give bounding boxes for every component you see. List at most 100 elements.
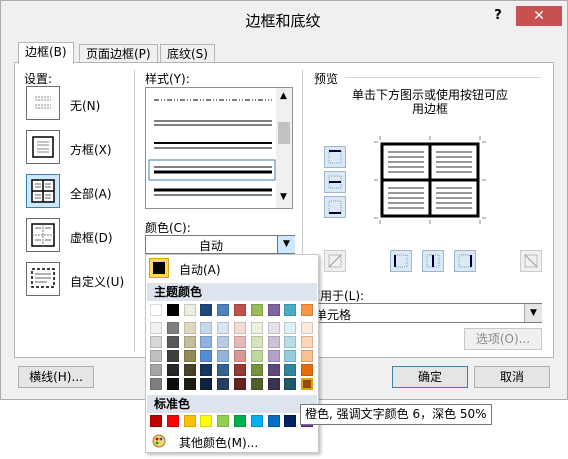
theme-color-swatch[interactable] <box>183 364 196 376</box>
theme-color-swatch[interactable] <box>183 336 196 348</box>
theme-color-swatch[interactable] <box>267 364 280 376</box>
setting-all-label[interactable]: 全部(A) <box>70 185 112 202</box>
setting-grid-label[interactable]: 虚框(D) <box>70 229 113 246</box>
theme-color-swatch[interactable] <box>217 304 230 316</box>
setting-custom-label[interactable]: 自定义(U) <box>70 273 124 290</box>
theme-color-swatch[interactable] <box>166 350 179 362</box>
theme-color-swatch[interactable] <box>166 336 179 348</box>
theme-color-swatch[interactable] <box>234 350 246 362</box>
theme-color-swatch[interactable] <box>267 304 280 316</box>
theme-color-swatch[interactable] <box>166 364 179 376</box>
line-style-list[interactable] <box>145 87 293 209</box>
color-dropdown[interactable]: 自动 ▼ <box>145 235 295 254</box>
standard-color-swatch[interactable] <box>217 415 230 427</box>
theme-color-swatch[interactable] <box>234 336 246 348</box>
setting-all-button[interactable] <box>26 174 60 208</box>
tab-shading[interactable]: 底纹(S) <box>160 44 215 64</box>
theme-color-swatch[interactable] <box>200 378 213 390</box>
theme-color-swatch[interactable] <box>234 304 246 316</box>
theme-color-swatch[interactable] <box>217 378 230 390</box>
chevron-down-icon[interactable]: ▼ <box>277 236 295 253</box>
right-border-button[interactable] <box>454 250 476 272</box>
inside-vertical-border-button[interactable] <box>422 250 444 272</box>
theme-color-swatch[interactable] <box>250 322 263 334</box>
left-border-button[interactable] <box>390 250 412 272</box>
theme-color-swatch[interactable] <box>284 304 297 316</box>
theme-color-swatch[interactable] <box>183 304 196 316</box>
setting-none-label[interactable]: 无(N) <box>70 97 100 114</box>
theme-color-swatch[interactable] <box>250 350 263 362</box>
theme-color-swatch[interactable] <box>301 336 314 348</box>
horizontal-line-button[interactable]: 横线(H)... <box>18 366 94 388</box>
theme-color-swatch[interactable] <box>284 350 297 362</box>
theme-color-swatch[interactable] <box>200 350 213 362</box>
theme-color-swatch[interactable] <box>200 304 213 316</box>
theme-color-swatch[interactable] <box>301 304 314 316</box>
theme-color-swatch[interactable] <box>284 336 297 348</box>
theme-color-swatch[interactable] <box>150 378 162 390</box>
setting-grid-button[interactable] <box>26 218 60 252</box>
chevron-down-icon[interactable]: ▼ <box>524 304 542 322</box>
theme-color-swatch[interactable] <box>301 364 314 376</box>
selected-color-swatch[interactable] <box>301 378 314 390</box>
top-border-button[interactable] <box>324 146 346 168</box>
more-colors-option[interactable]: 其他颜色(M)... <box>179 434 258 451</box>
theme-color-swatch[interactable] <box>200 322 213 334</box>
auto-color-highlight[interactable] <box>149 258 169 278</box>
standard-color-swatch[interactable] <box>150 415 162 427</box>
inside-horizontal-border-button[interactable] <box>324 171 346 193</box>
theme-color-swatch[interactable] <box>183 378 196 390</box>
theme-color-swatch[interactable] <box>250 304 263 316</box>
theme-color-swatch[interactable] <box>284 322 297 334</box>
theme-color-swatch[interactable] <box>284 378 297 390</box>
standard-color-swatch[interactable] <box>234 415 246 427</box>
tab-page-border[interactable]: 页面边框(P) <box>79 44 158 64</box>
theme-color-swatch[interactable] <box>183 350 196 362</box>
diagonal-up-border-button[interactable] <box>324 250 346 272</box>
theme-color-swatch[interactable] <box>150 350 162 362</box>
theme-color-swatch[interactable] <box>234 378 246 390</box>
setting-box-button[interactable] <box>26 130 60 164</box>
theme-color-swatch[interactable] <box>267 350 280 362</box>
apply-to-dropdown[interactable]: 单元格 ▼ <box>308 303 542 323</box>
tab-borders[interactable]: 边框(B) <box>18 42 74 64</box>
theme-color-swatch[interactable] <box>166 378 179 390</box>
scroll-up-icon[interactable]: ▲ <box>280 91 287 101</box>
ok-button[interactable]: 确定 <box>392 366 468 388</box>
theme-color-swatch[interactable] <box>150 336 162 348</box>
theme-color-swatch[interactable] <box>267 322 280 334</box>
standard-color-swatch[interactable] <box>250 415 263 427</box>
auto-color-option[interactable]: 自动(A) <box>179 261 221 278</box>
scroll-down-icon[interactable]: ▼ <box>280 192 287 202</box>
theme-color-swatch[interactable] <box>166 322 179 334</box>
theme-color-swatch[interactable] <box>183 322 196 334</box>
options-button[interactable]: 选项(O)... <box>464 328 542 350</box>
theme-color-swatch[interactable] <box>217 350 230 362</box>
help-button[interactable]: ? <box>488 6 508 26</box>
standard-color-swatch[interactable] <box>267 415 280 427</box>
theme-color-swatch[interactable] <box>217 322 230 334</box>
scroll-thumb[interactable] <box>278 122 290 144</box>
setting-box-label[interactable]: 方框(X) <box>70 141 112 158</box>
theme-color-swatch[interactable] <box>284 364 297 376</box>
standard-color-swatch[interactable] <box>200 415 213 427</box>
theme-color-swatch[interactable] <box>301 350 314 362</box>
theme-color-swatch[interactable] <box>234 364 246 376</box>
theme-color-swatch[interactable] <box>217 336 230 348</box>
theme-color-swatch[interactable] <box>150 322 162 334</box>
theme-color-swatch[interactable] <box>250 336 263 348</box>
theme-color-swatch[interactable] <box>217 364 230 376</box>
theme-color-swatch[interactable] <box>267 336 280 348</box>
standard-color-swatch[interactable] <box>284 415 297 427</box>
theme-color-swatch[interactable] <box>267 378 280 390</box>
bottom-border-button[interactable] <box>324 196 346 218</box>
preview-diagram[interactable] <box>374 136 486 224</box>
theme-color-swatch[interactable] <box>150 304 162 316</box>
close-button[interactable]: ✕ <box>516 6 562 26</box>
cancel-button[interactable]: 取消 <box>474 366 550 388</box>
theme-color-swatch[interactable] <box>200 364 213 376</box>
theme-color-swatch[interactable] <box>250 364 263 376</box>
theme-color-swatch[interactable] <box>150 364 162 376</box>
setting-custom-button[interactable] <box>26 262 60 296</box>
standard-color-swatch[interactable] <box>166 415 179 427</box>
